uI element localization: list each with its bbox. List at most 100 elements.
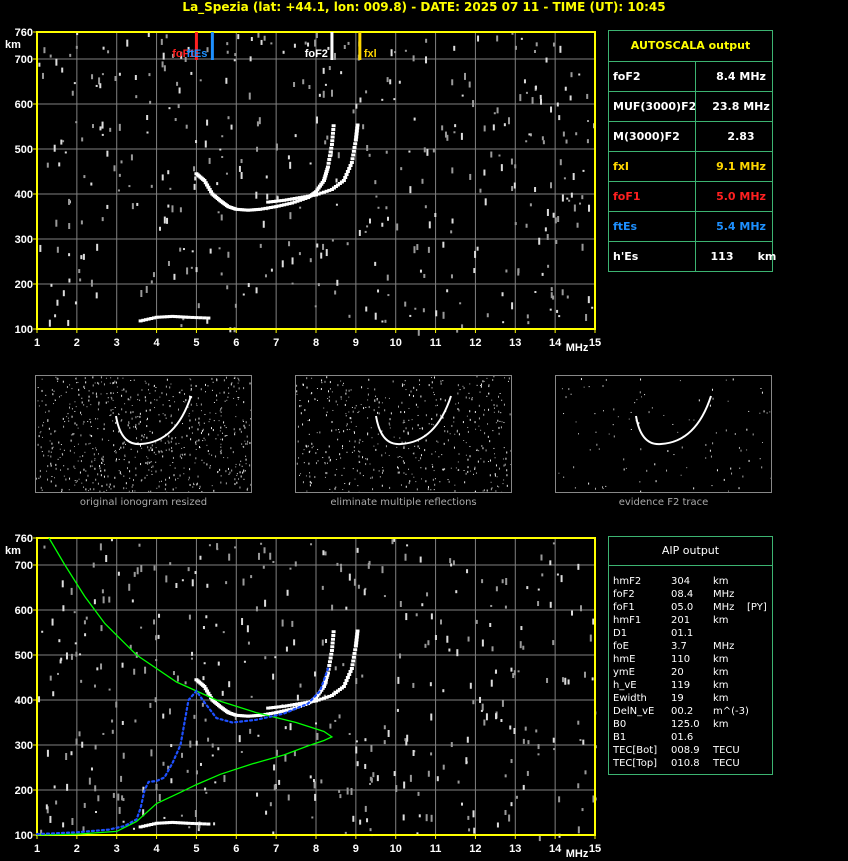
noise-speckle [134,719,137,723]
noise-speckle [529,203,532,207]
noise-speckle [432,148,435,153]
noise-speckle [368,560,371,565]
noise-speckle [264,599,267,607]
noise-speckle [329,723,332,729]
noise-speckle [405,613,408,621]
f2-x-trace-point [351,149,356,153]
f2-o-trace-point [206,691,211,695]
f2-o-trace-point [195,679,200,683]
f2-x-trace-point [331,692,336,696]
noise-speckle [467,815,470,820]
noise-speckle [511,32,514,35]
noise-speckle [46,749,49,757]
noise-speckle [79,278,82,282]
f2-o-trace-point [256,713,261,717]
noise-speckle [146,131,149,134]
f2-o-trace-point [199,682,204,686]
noise-speckle [71,90,74,96]
aip-value: 010.8 [671,758,700,769]
noise-speckle [189,740,192,748]
f2-o-trace-point [312,697,317,701]
noise-speckle [299,683,302,688]
noise-speckle [129,644,132,649]
f2-x-trace-point [353,138,358,142]
noise-speckle [289,161,292,169]
thumbnail-caption: original ionogram resized [79,497,208,508]
f2-o-trace-point [314,696,318,700]
y-tick-label: 200 [15,279,33,291]
noise-speckle [109,127,112,132]
noise-speckle [427,770,430,777]
noise-speckle [195,140,198,144]
noise-speckle [205,791,208,794]
noise-speckle [421,603,424,607]
noise-speckle [525,140,528,143]
aip-value: 19 [671,693,684,704]
noise-speckle [426,592,429,597]
es-trace-point [202,822,207,826]
x-tick-label: 2 [74,843,80,855]
noise-speckle [510,802,513,807]
f2-o-trace-point [315,694,320,698]
noise-speckle [150,280,153,284]
noise-speckle [546,233,549,240]
noise-speckle [69,53,72,57]
f2-x-trace-point [350,157,355,161]
marker-label-fof2: foF2 [305,48,328,60]
noise-speckle [504,809,507,815]
noise-speckle [589,634,592,642]
noise-speckle [409,774,412,782]
noise-speckle [322,90,325,98]
noise-speckle [269,802,272,807]
noise-speckle [424,643,427,648]
noise-speckle [140,626,143,629]
f2-x-trace-point [347,673,352,676]
noise-speckle [335,178,338,183]
noise-speckle [270,42,273,45]
noise-speckle [321,639,324,646]
noise-speckle [451,167,454,174]
x-tick-label: 4 [154,843,161,855]
noise-speckle [134,75,137,81]
noise-speckle [573,204,576,212]
es-trace-point [170,820,175,824]
noise-speckle [167,260,170,266]
noise-speckle [211,754,214,757]
noise-speckle [479,696,482,703]
noise-speckle [199,762,202,766]
noise-speckle [234,546,237,549]
f2-o-trace-point [320,686,325,690]
noise-speckle [328,66,331,71]
x-tick-label: 9 [353,337,359,349]
f2-x-trace-point [355,632,360,636]
noise-speckle [179,207,182,213]
noise-speckle [163,816,166,819]
noise-speckle [162,52,165,60]
noise-speckle [426,148,429,156]
noise-speckle [53,785,56,789]
noise-speckle [99,543,102,551]
x-tick-label: 3 [114,843,120,855]
f2-o-trace-point [226,711,231,715]
noise-speckle [434,213,437,218]
noise-speckle [90,279,93,287]
noise-speckle [169,562,172,566]
es-trace-point [178,821,183,825]
aip-unit: km [713,576,729,587]
noise-speckle [88,777,91,785]
f2-x-trace-point [351,153,356,157]
marker-fof2 [330,32,334,60]
f2-x-trace-point [337,688,342,691]
x-tick-label: 11 [430,843,442,855]
aip-name: ymE [613,667,635,678]
noise-speckle [118,123,121,131]
f2-x-trace-point [343,176,348,179]
noise-speckle [591,677,594,681]
noise-speckle [413,246,416,254]
noise-speckle [265,810,268,815]
autoscala-row-fxi: fxI 9.1 MHz [609,151,772,181]
aip-unit: km [713,615,729,626]
aip-unit: km [713,719,729,730]
noise-speckle [94,811,97,814]
x-tick-label: 5 [193,843,199,855]
